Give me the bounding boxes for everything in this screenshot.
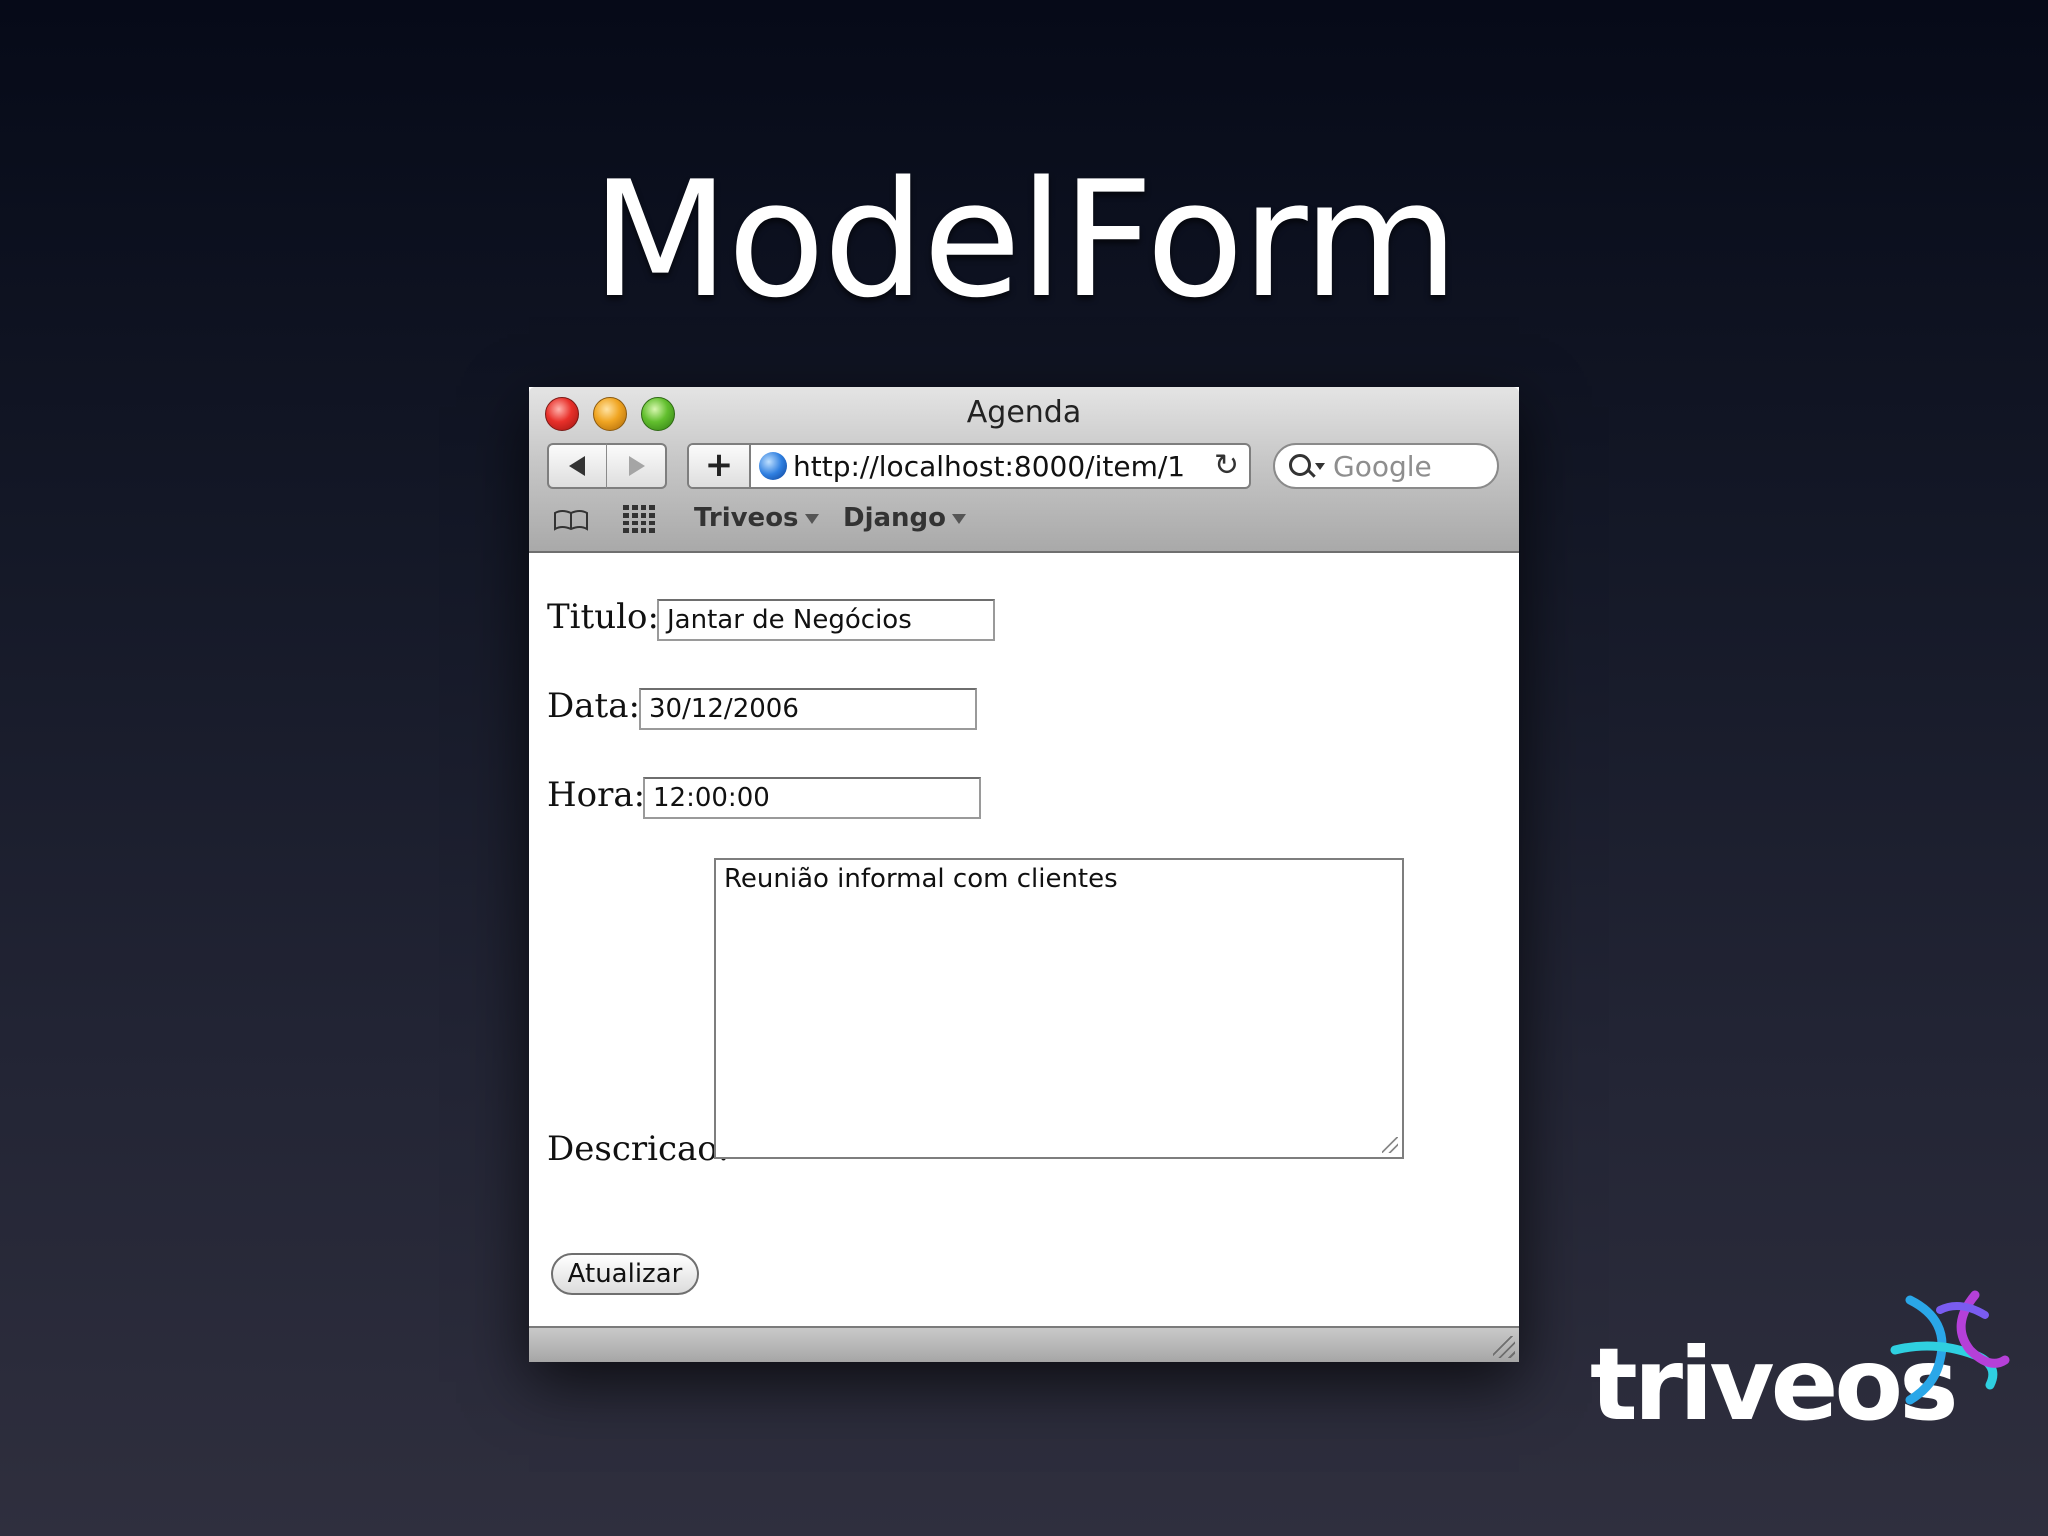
descricao-textarea[interactable]: Reunião informal com clientes	[714, 858, 1404, 1159]
url-input[interactable]: http://localhost:8000/item/1	[793, 449, 1213, 485]
atualizar-button[interactable]: Atualizar	[551, 1253, 699, 1295]
browser-window: Agenda + http://localhost:8000/item/1 ↻ …	[529, 387, 1519, 1362]
descricao-text: Reunião informal com clientes	[724, 864, 1118, 894]
back-arrow-icon	[569, 456, 585, 476]
bookmark-triveos[interactable]: Triveos	[694, 501, 819, 535]
page-content: Titulo: Jantar de Negócios Data: 30/12/2…	[529, 553, 1519, 1315]
globe-icon	[759, 452, 787, 480]
top-sites-grid-icon[interactable]	[623, 505, 655, 533]
triveos-logo: triveos	[1590, 1280, 2030, 1460]
address-bar[interactable]: + http://localhost:8000/item/1 ↻	[687, 443, 1251, 489]
hora-input[interactable]: 12:00:00	[643, 777, 981, 819]
titulo-input[interactable]: Jantar de Negócios	[657, 599, 995, 641]
bookmark-django[interactable]: Django	[843, 501, 967, 535]
descricao-label: Descricao:	[547, 1129, 730, 1169]
hora-label: Hora:	[547, 775, 646, 815]
search-icon	[1289, 454, 1311, 476]
chevron-down-icon	[952, 513, 967, 524]
search-placeholder: Google	[1333, 450, 1432, 483]
forward-button[interactable]	[607, 443, 667, 489]
data-label: Data:	[547, 686, 640, 726]
reload-icon[interactable]: ↻	[1214, 447, 1239, 485]
browser-toolbar: Agenda + http://localhost:8000/item/1 ↻ …	[529, 387, 1519, 553]
back-button[interactable]	[547, 443, 607, 489]
search-input[interactable]: Google	[1273, 443, 1499, 489]
chevron-down-icon[interactable]	[1315, 463, 1325, 470]
window-title: Agenda	[966, 395, 1082, 430]
titulo-label: Titulo:	[547, 597, 659, 637]
logo-swirl-icon	[1890, 1290, 2010, 1405]
status-bar	[529, 1326, 1519, 1362]
forward-arrow-icon	[629, 456, 645, 476]
window-resize-handle[interactable]	[1493, 1336, 1515, 1358]
chevron-down-icon	[804, 513, 819, 524]
data-input[interactable]: 30/12/2006	[639, 688, 977, 730]
add-bookmark-button[interactable]: +	[689, 445, 751, 487]
slide-title: ModelForm	[591, 146, 1458, 333]
resize-handle[interactable]	[1382, 1137, 1398, 1153]
bookmarks-book-icon[interactable]	[553, 509, 589, 531]
